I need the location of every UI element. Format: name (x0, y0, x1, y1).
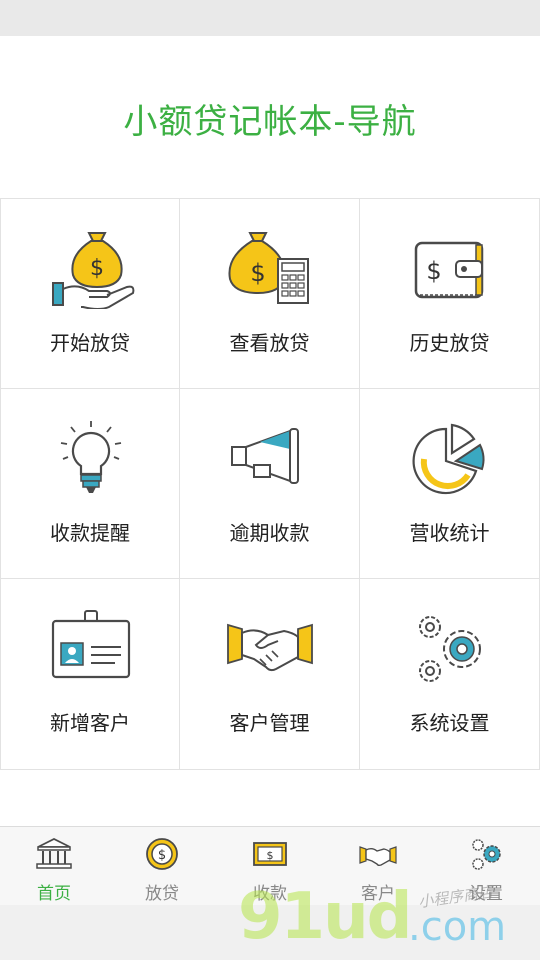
coin-icon: $ (142, 837, 182, 871)
nav-item-label: 历史放贷 (409, 331, 490, 355)
nav-item-label: 收款提醒 (50, 521, 130, 545)
svg-text:$: $ (426, 257, 441, 285)
gears-icon (400, 609, 500, 689)
pie-chart-icon (400, 419, 500, 499)
page-title: 小额贷记帐本-导航 (123, 102, 417, 142)
tab-home[interactable]: 首页 (0, 827, 108, 906)
nav-item-overdue[interactable]: 逾期收款 (180, 389, 360, 579)
tab-label: 客户 (361, 884, 395, 904)
handshake-icon (358, 837, 398, 871)
nav-item-history-loans[interactable]: $ 历史放贷 (360, 199, 540, 389)
nav-item-label: 逾期收款 (229, 521, 310, 545)
svg-text:$: $ (250, 259, 265, 287)
bottom-band (0, 905, 540, 960)
light-bulb-icon (41, 419, 141, 499)
nav-item-label: 系统设置 (409, 711, 490, 735)
wallet-icon: $ (400, 229, 500, 309)
nav-item-view-loans[interactable]: $ 查看放贷 (180, 199, 360, 389)
nav-item-revenue-stats[interactable]: 营收统计 (360, 389, 540, 579)
svg-text:$: $ (90, 256, 104, 281)
nav-item-label: 新增客户 (50, 711, 130, 735)
nav-item-payment-reminder[interactable]: 收款提醒 (0, 389, 180, 579)
tab-customer[interactable]: 客户 (324, 827, 432, 906)
status-bar (0, 0, 540, 36)
id-card-icon (41, 609, 141, 689)
nav-item-system-settings[interactable]: 系统设置 (360, 579, 540, 770)
nav-item-label: 营收统计 (409, 521, 490, 545)
nav-item-add-customer[interactable]: 新增客户 (0, 579, 180, 770)
bank-icon (34, 837, 74, 871)
tab-settings[interactable]: 设置 (432, 827, 540, 906)
banknote-icon: $ (250, 837, 290, 871)
svg-text:$: $ (267, 849, 274, 862)
svg-text:$: $ (158, 848, 166, 863)
money-bag-calculator-icon: $ (220, 229, 320, 309)
tab-loan[interactable]: $ 放贷 (108, 827, 216, 906)
money-bag-hand-icon: $ (41, 229, 141, 309)
tab-label: 收款 (253, 884, 287, 904)
tab-label: 放贷 (145, 884, 179, 904)
nav-item-customer-management[interactable]: 客户管理 (180, 579, 360, 770)
megaphone-icon (220, 419, 320, 499)
tab-label: 首页 (37, 884, 71, 904)
nav-item-start-loan[interactable]: $ 开始放贷 (0, 199, 180, 389)
tab-label: 设置 (469, 884, 503, 904)
nav-item-label: 客户管理 (229, 711, 310, 735)
handshake-icon (220, 609, 320, 689)
tab-collection[interactable]: $ 收款 (216, 827, 324, 906)
bottom-tab-bar: 首页 $ 放贷 $ 收款 客户 设置 (0, 826, 540, 906)
nav-item-label: 开始放贷 (50, 331, 130, 355)
nav-grid: $ 开始放贷 $ 查看放贷 $ 历史放贷 收款提醒 逾期收款 营收统计 新增客户… (0, 198, 540, 770)
nav-item-label: 查看放贷 (229, 331, 310, 355)
gears-icon (466, 837, 506, 871)
